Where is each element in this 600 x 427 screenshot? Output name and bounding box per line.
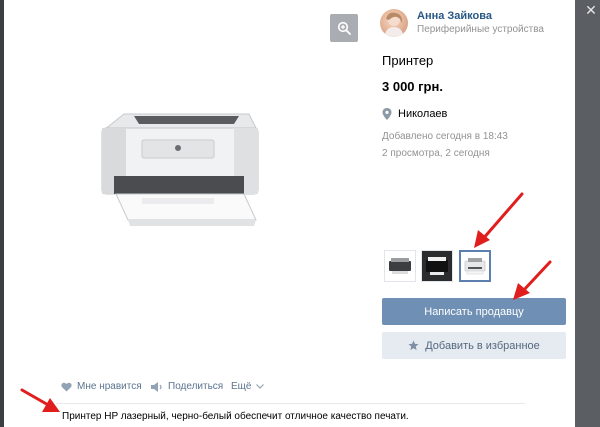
post-actions: Мне нравится Поделиться Ещё Принтер HP л… [4,370,575,427]
thumbnail-2[interactable] [421,250,453,282]
avatar[interactable] [380,9,408,37]
star-icon [408,340,419,351]
chevron-down-icon [256,384,265,389]
share-label: Поделиться [168,381,224,392]
more-button[interactable]: Ещё [231,381,265,392]
added-date: Добавлено сегодня в 18:43 [382,131,508,142]
product-modal: Анна Зайкова Периферийные устройства При… [4,0,575,427]
location-pin-icon [382,108,392,120]
heart-icon [61,382,72,392]
add-favorite-label: Добавить в избранное [425,339,540,352]
zoom-in-icon [337,21,351,35]
like-button[interactable]: Мне нравится [61,381,142,392]
more-label: Ещё [231,381,252,392]
thumbnail-1[interactable] [384,250,416,282]
photo-viewer[interactable] [4,0,369,370]
write-seller-button[interactable]: Написать продавцу [382,298,566,325]
view-count: 2 просмотра, 2 сегодня [382,148,490,159]
like-label: Мне нравится [77,381,142,392]
zoom-button[interactable] [330,14,358,42]
add-favorite-button[interactable]: Добавить в избранное [382,332,566,359]
seller-name-link[interactable]: Анна Зайкова [417,10,492,22]
product-location: Николаев [398,108,448,120]
product-photo [101,113,259,226]
thumbnail-3[interactable] [459,250,491,282]
share-button[interactable]: Поделиться [151,381,223,392]
close-icon[interactable]: ✕ [584,4,598,18]
product-price: 3 000 грн. [382,79,443,94]
share-icon [151,381,162,392]
product-sidebar: Анна Зайкова Периферийные устройства При… [369,0,575,370]
divider [56,403,525,404]
seller-category[interactable]: Периферийные устройства [417,24,544,35]
product-title: Принтер [382,53,434,68]
product-description: Принтер HP лазерный, черно-белый обеспеч… [62,411,409,422]
